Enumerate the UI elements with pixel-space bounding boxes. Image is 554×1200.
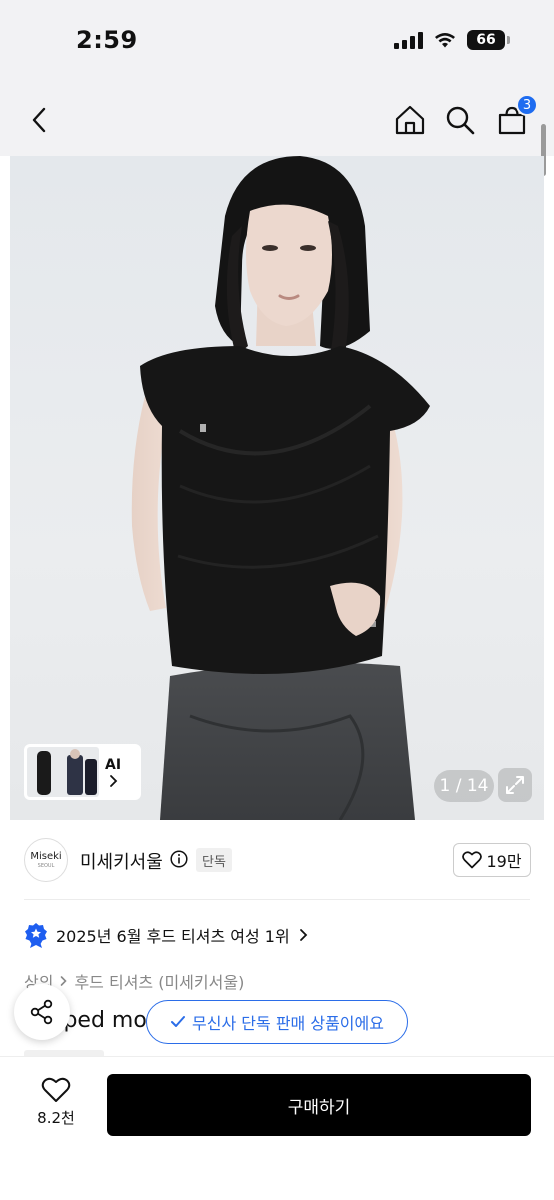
heart-icon: [462, 851, 483, 869]
home-button[interactable]: [390, 100, 430, 140]
exclusive-tag: 단독: [196, 848, 232, 872]
status-bar: 2:59 66: [0, 0, 554, 84]
lookbook-thumbnails: [27, 747, 99, 797]
battery-icon: 66: [467, 30, 510, 50]
chevron-right-icon: [61, 976, 68, 986]
heart-icon: [41, 1077, 71, 1102]
chevron-right-icon: [299, 929, 307, 941]
bottom-action-bar: 8.2천 구매하기: [0, 1056, 554, 1200]
battery-level: 66: [467, 30, 505, 50]
home-icon: [395, 105, 425, 135]
expand-button[interactable]: [498, 768, 532, 802]
divider: [24, 899, 530, 900]
brand-logo[interactable]: Miseki SEOUL: [24, 838, 68, 882]
ai-label: AI: [105, 756, 121, 788]
product-image-gallery[interactable]: AI 1 / 14: [10, 156, 544, 820]
breadcrumb-subcategory[interactable]: 후드 티셔츠 (미세키서울): [74, 969, 244, 993]
expand-icon: [506, 776, 524, 794]
ranking-text: 2025년 6월 후드 티셔츠 여성 1위: [56, 927, 290, 946]
toast-text: 무신사 단독 판매 상품이에요: [192, 1014, 384, 1033]
search-icon: [446, 106, 475, 135]
cart-button[interactable]: 3: [492, 94, 538, 140]
status-icons: 66: [394, 30, 510, 50]
image-counter: 1 / 14: [434, 770, 494, 802]
share-icon: [30, 999, 53, 1025]
chevron-left-icon: [32, 107, 46, 133]
brand-row: Miseki SEOUL 미세키서울 단독 19만: [0, 828, 554, 892]
chevron-right-icon: [110, 775, 118, 787]
product-photo: [131, 156, 430, 820]
info-icon[interactable]: [170, 850, 188, 868]
cellular-signal-icon: [394, 31, 423, 49]
top-nav-bar: 3: [0, 84, 554, 156]
wishlist-count: 8.2천: [37, 1109, 75, 1127]
check-icon: [171, 1016, 186, 1027]
brand-like-button[interactable]: 19만: [453, 843, 531, 877]
wifi-icon: [435, 33, 455, 48]
status-time: 2:59: [76, 26, 138, 54]
ranking-link[interactable]: 2025년 6월 후드 티셔츠 여성 1위: [24, 922, 308, 948]
exclusive-toast: 무신사 단독 판매 상품이에요: [146, 1000, 408, 1044]
brand-like-count: 19만: [486, 852, 522, 871]
share-button[interactable]: [14, 984, 70, 1040]
star-badge-icon: [25, 923, 47, 948]
brand-name[interactable]: 미세키서울: [80, 848, 163, 874]
search-button[interactable]: [440, 100, 480, 140]
cart-count-badge: 3: [516, 94, 538, 116]
ai-lookbook-preview[interactable]: AI: [24, 744, 141, 800]
buy-button[interactable]: 구매하기: [107, 1074, 531, 1136]
back-button[interactable]: [20, 100, 60, 140]
wishlist-button[interactable]: 8.2천: [28, 1077, 84, 1128]
